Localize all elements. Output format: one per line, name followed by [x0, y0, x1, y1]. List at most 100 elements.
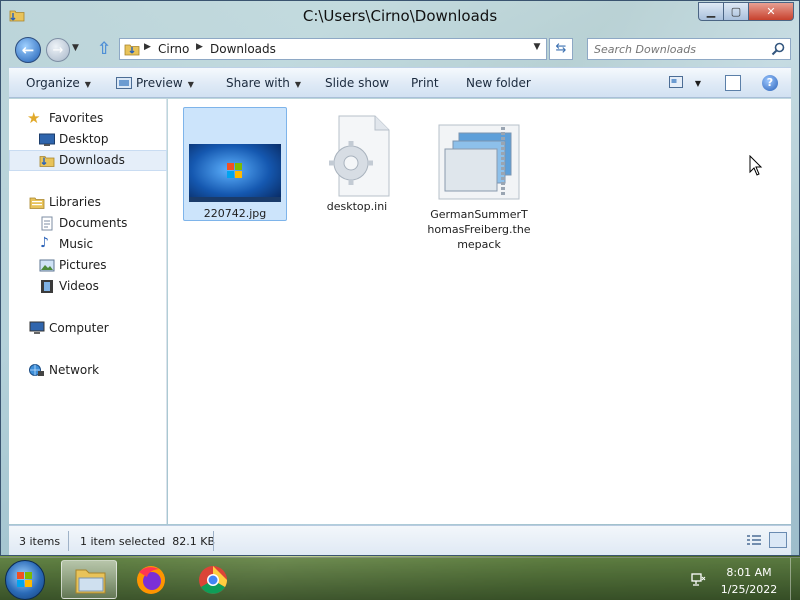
- maximize-button[interactable]: ▢: [723, 2, 749, 21]
- up-one-level-button[interactable]: ⇧: [97, 39, 115, 59]
- sidebar-item-label: Libraries: [49, 195, 101, 209]
- preview-label: Preview: [136, 76, 183, 90]
- computer-icon: [29, 321, 45, 334]
- preview-menu[interactable]: Preview ▼: [116, 76, 194, 90]
- sidebar-item-downloads[interactable]: Downloads: [9, 150, 167, 171]
- file-name: 220742.jpg: [203, 207, 267, 220]
- status-bar: 3 items 1 item selected 82.1 KB: [9, 525, 791, 555]
- clock-time[interactable]: 8:01 AM: [712, 566, 786, 579]
- window-title: C:\Users\Cirno\Downloads: [302, 7, 498, 25]
- sidebar-item-label: Favorites: [49, 111, 104, 125]
- slide-show-button[interactable]: Slide show: [325, 76, 389, 90]
- recent-pages-dropdown[interactable]: ▼: [72, 43, 82, 57]
- explorer-folder-icon: [75, 569, 106, 594]
- sidebar-item-music[interactable]: ♪ Music: [9, 234, 167, 255]
- chevron-down-icon: ▼: [187, 80, 194, 89]
- status-divider: [68, 531, 69, 551]
- sidebar-item-label: Downloads: [59, 153, 125, 167]
- print-button[interactable]: Print: [411, 76, 439, 90]
- documents-icon: [41, 216, 53, 231]
- large-icons-view-icon[interactable]: [769, 532, 787, 548]
- refresh-button[interactable]: ⇆: [549, 38, 573, 60]
- downloads-folder-icon: [124, 44, 140, 56]
- explorer-window: C:\Users\Cirno\Downloads ▁ ▢ ✕ ← → ▼ ⇧ ▶…: [0, 0, 800, 556]
- chevron-down-icon: ▼: [84, 80, 91, 89]
- sidebar-item-favorites[interactable]: ★ Favorites: [9, 108, 167, 129]
- back-button[interactable]: ←: [15, 37, 41, 63]
- navigation-pane: ★ Favorites Desktop Downloads Libraries: [9, 99, 167, 524]
- sidebar-item-libraries[interactable]: Libraries: [9, 192, 167, 213]
- sidebar-item-network[interactable]: Network: [9, 360, 167, 381]
- organize-menu[interactable]: Organize ▼: [26, 76, 91, 90]
- file-name: GermanSummerThomasFreiberg.themepack: [427, 208, 531, 251]
- sidebar-item-label: Pictures: [59, 258, 107, 272]
- sidebar-item-pictures[interactable]: Pictures: [9, 255, 167, 276]
- settings-file-icon: [329, 115, 390, 197]
- sidebar-item-documents[interactable]: Documents: [9, 213, 167, 234]
- videos-icon: [41, 280, 53, 293]
- network-icon: [29, 364, 44, 376]
- breadcrumb-arrow-icon[interactable]: ▶: [144, 42, 151, 52]
- sidebar-item-videos[interactable]: Videos: [9, 276, 167, 297]
- start-button[interactable]: [5, 560, 45, 600]
- title-bar[interactable]: C:\Users\Cirno\Downloads ▁ ▢ ✕: [1, 1, 799, 33]
- status-divider: [213, 531, 214, 551]
- star-icon: ★: [27, 109, 41, 127]
- organize-label: Organize: [26, 76, 80, 90]
- search-input[interactable]: [594, 42, 764, 57]
- forward-button[interactable]: →: [46, 38, 70, 62]
- share-with-label: Share with: [226, 76, 290, 90]
- details-view-icon[interactable]: [747, 534, 761, 546]
- pictures-icon: [39, 259, 55, 272]
- sidebar-item-label: Network: [49, 363, 100, 377]
- change-view-button[interactable]: ▼: [669, 76, 709, 91]
- file-name: desktop.ini: [326, 200, 388, 213]
- search-icon[interactable]: [770, 41, 786, 57]
- command-bar: Organize ▼ Preview ▼ Share with ▼ Slide sho…: [9, 67, 791, 98]
- sidebar-item-label: Videos: [59, 279, 99, 293]
- address-dropdown-icon[interactable]: ▼: [530, 42, 544, 52]
- preview-pane-icon[interactable]: [725, 75, 741, 91]
- file-item-themepack[interactable]: GermanSummerThomasFreiberg.themepack: [427, 123, 531, 252]
- close-button[interactable]: ✕: [748, 2, 794, 21]
- sidebar-item-label: Documents: [59, 216, 128, 230]
- mouse-cursor-icon: [749, 155, 763, 176]
- libraries-icon: [29, 197, 45, 209]
- search-box[interactable]: [587, 38, 791, 60]
- chevron-down-icon: ▼: [694, 79, 701, 88]
- address-bar[interactable]: ▶ Cirno ▶ Downloads ▼: [119, 38, 547, 60]
- sidebar-item-desktop[interactable]: Desktop: [9, 129, 167, 150]
- sidebar-item-computer[interactable]: Computer: [9, 318, 167, 339]
- sidebar-item-label: Music: [59, 237, 94, 251]
- view-icon: [669, 76, 683, 88]
- preview-icon: [116, 77, 132, 89]
- firefox-icon: [137, 566, 165, 594]
- navigation-row: ← → ▼ ⇧ ▶ Cirno ▶ Downloads ▼ ⇆: [9, 35, 791, 65]
- desktop-icon: [39, 133, 55, 146]
- breadcrumb-downloads[interactable]: Downloads: [210, 42, 276, 56]
- breadcrumb-arrow-icon[interactable]: ▶: [196, 42, 203, 52]
- help-icon[interactable]: ?: [762, 75, 778, 91]
- file-item-desktop-ini[interactable]: desktop.ini: [305, 113, 409, 214]
- show-desktop-button[interactable]: [790, 558, 800, 600]
- taskbar-firefox-button[interactable]: [123, 560, 179, 599]
- downloads-folder-icon: [39, 156, 55, 167]
- minimize-button[interactable]: ▁: [698, 2, 724, 21]
- new-folder-button[interactable]: New folder: [466, 76, 531, 90]
- network-status-icon[interactable]: [690, 572, 706, 588]
- taskbar-explorer-button[interactable]: [61, 560, 117, 599]
- file-item-220742-jpg[interactable]: 220742.jpg: [183, 107, 287, 221]
- file-list: 220742.jpg desktop.ini GermanSummerThoma…: [168, 99, 791, 524]
- clock-date[interactable]: 1/25/2022: [712, 583, 786, 596]
- themepack-icon: [438, 124, 520, 200]
- item-count: 3 items: [19, 535, 61, 548]
- chevron-down-icon: ▼: [294, 80, 302, 89]
- share-with-menu[interactable]: Share with ▼: [226, 76, 301, 90]
- sidebar-item-label: Computer: [49, 321, 109, 335]
- sidebar-item-label: Desktop: [59, 132, 109, 146]
- windows-logo-icon: [17, 572, 32, 587]
- taskbar-chrome-button[interactable]: [185, 560, 241, 599]
- breadcrumb-cirno[interactable]: Cirno: [158, 42, 189, 56]
- taskbar: 8:01 AM 1/25/2022: [0, 557, 800, 600]
- image-thumbnail-icon: [189, 144, 281, 202]
